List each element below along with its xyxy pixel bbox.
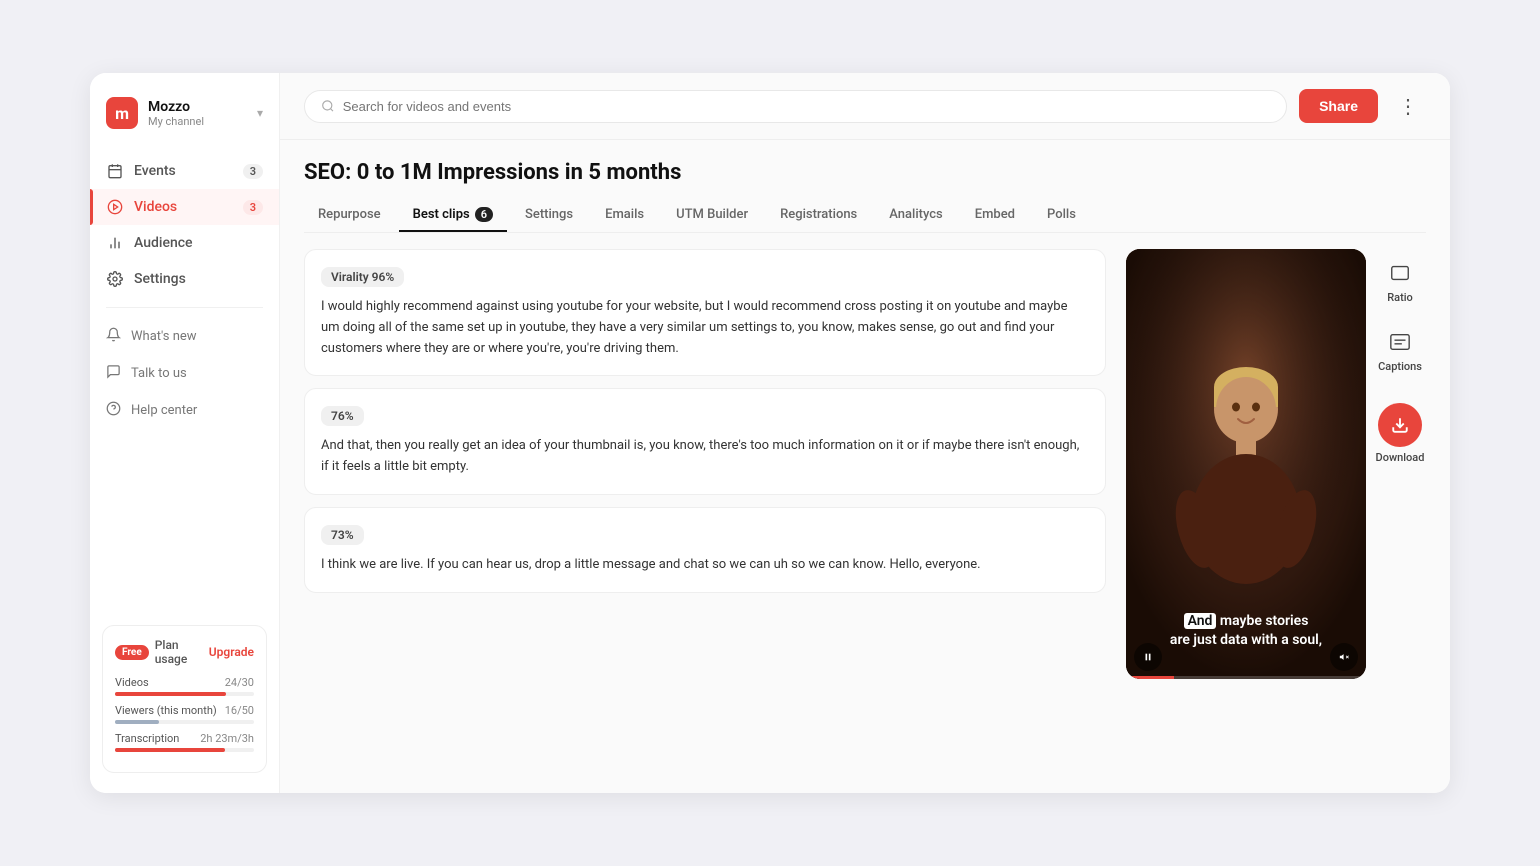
clip-card[interactable]: Virality 96% I would highly recommend ag… bbox=[304, 249, 1106, 376]
video-progress-fill bbox=[1126, 676, 1174, 679]
content-area: SEO: 0 to 1M Impressions in 5 months Rep… bbox=[280, 140, 1450, 793]
free-badge: Free bbox=[115, 645, 149, 660]
channel-name: My channel bbox=[148, 115, 247, 128]
sidebar-item-label: Events bbox=[134, 163, 176, 179]
sidebar-item-audience[interactable]: Audience bbox=[90, 225, 279, 261]
sidebar-item-talk[interactable]: Talk to us bbox=[90, 355, 279, 392]
events-icon bbox=[106, 162, 124, 180]
tab-embed[interactable]: Embed bbox=[961, 199, 1029, 232]
sidebar-item-videos[interactable]: Videos 3 bbox=[90, 189, 279, 225]
sidebar-divider bbox=[106, 307, 263, 308]
viewers-label: Viewers (this month) bbox=[115, 704, 217, 717]
mute-button[interactable] bbox=[1330, 643, 1358, 671]
tab-polls[interactable]: Polls bbox=[1033, 199, 1090, 232]
chat-icon bbox=[106, 364, 121, 383]
video-wrapper: 17s bbox=[1126, 249, 1366, 679]
sidebar-logo[interactable]: m Mozzo My channel ▾ bbox=[90, 97, 279, 153]
transcription-usage-row: Transcription 2h 23m/3h bbox=[115, 732, 254, 752]
videos-progress-bar bbox=[115, 692, 254, 696]
clip-text: And that, then you really get an idea of… bbox=[321, 436, 1089, 478]
pause-button[interactable] bbox=[1134, 643, 1162, 671]
sidebar-item-whats-new[interactable]: What's new bbox=[90, 318, 279, 355]
video-progress-bar[interactable] bbox=[1126, 676, 1366, 679]
clip-text: I think we are live. If you can hear us,… bbox=[321, 555, 1089, 576]
clip-card[interactable]: 73% I think we are live. If you can hear… bbox=[304, 507, 1106, 593]
page-title: SEO: 0 to 1M Impressions in 5 months bbox=[304, 160, 1426, 185]
search-input[interactable] bbox=[343, 99, 1270, 114]
sidebar: m Mozzo My channel ▾ Events 3 Videos bbox=[90, 73, 280, 793]
transcription-count: 2h 23m/3h bbox=[200, 732, 254, 745]
share-button[interactable]: Share bbox=[1299, 89, 1378, 123]
clip-badge: 76% bbox=[321, 406, 364, 426]
clip-badge: 73% bbox=[321, 525, 364, 545]
transcription-label: Transcription bbox=[115, 732, 179, 745]
videos-progress-fill bbox=[115, 692, 226, 696]
video-panel: 17s bbox=[1126, 249, 1426, 793]
tab-utm-builder[interactable]: UTM Builder bbox=[662, 199, 762, 232]
body-split: Virality 96% I would highly recommend ag… bbox=[304, 249, 1426, 793]
captions-label: Captions bbox=[1378, 360, 1422, 373]
ratio-icon bbox=[1386, 259, 1414, 287]
events-badge: 3 bbox=[243, 164, 263, 179]
topbar: Share ⋮ bbox=[280, 73, 1450, 140]
search-icon bbox=[321, 99, 335, 113]
sidebar-bottom-label: Talk to us bbox=[131, 366, 187, 381]
tab-emails[interactable]: Emails bbox=[591, 199, 658, 232]
tab-settings[interactable]: Settings bbox=[511, 199, 587, 232]
download-label: Download bbox=[1376, 451, 1425, 464]
plan-usage-label: Plan usage bbox=[155, 638, 203, 666]
sidebar-item-events[interactable]: Events 3 bbox=[90, 153, 279, 189]
viewers-usage-row: Viewers (this month) 16/50 bbox=[115, 704, 254, 724]
ratio-tool[interactable]: Ratio bbox=[1374, 249, 1426, 314]
viewers-progress-bar bbox=[115, 720, 254, 724]
search-box[interactable] bbox=[304, 90, 1287, 123]
sidebar-item-label: Settings bbox=[134, 271, 186, 287]
clip-text: I would highly recommend against using y… bbox=[321, 297, 1089, 359]
captions-tool[interactable]: Captions bbox=[1374, 318, 1426, 383]
captions-icon bbox=[1386, 328, 1414, 356]
transcription-progress-fill bbox=[115, 748, 225, 752]
sidebar-nav: Events 3 Videos 3 Audience bbox=[90, 153, 279, 613]
video-controls bbox=[1134, 643, 1358, 671]
videos-usage-row: Videos 24/30 bbox=[115, 676, 254, 696]
ratio-label: Ratio bbox=[1387, 291, 1413, 304]
download-button[interactable] bbox=[1378, 403, 1422, 447]
videos-count: 24/30 bbox=[225, 676, 254, 689]
sidebar-item-label: Videos bbox=[134, 199, 177, 215]
viewers-count: 16/50 bbox=[225, 704, 254, 717]
clips-list: Virality 96% I would highly recommend ag… bbox=[304, 249, 1110, 793]
tabs: Repurpose Best clips 6 Settings Emails U… bbox=[304, 199, 1426, 233]
videos-badge: 3 bbox=[243, 200, 263, 215]
videos-icon bbox=[106, 198, 124, 216]
app-name: Mozzo bbox=[148, 99, 247, 115]
settings-icon bbox=[106, 270, 124, 288]
plan-usage-box: Free Plan usage Upgrade Videos 24/30 Vie… bbox=[102, 625, 267, 773]
tab-repurpose[interactable]: Repurpose bbox=[304, 199, 395, 232]
help-icon bbox=[106, 401, 121, 420]
sidebar-item-help[interactable]: Help center bbox=[90, 392, 279, 429]
tab-registrations[interactable]: Registrations bbox=[766, 199, 871, 232]
sidebar-bottom-label: What's new bbox=[131, 329, 197, 344]
tab-best-clips[interactable]: Best clips 6 bbox=[399, 199, 507, 232]
clip-card[interactable]: 76% And that, then you really get an ide… bbox=[304, 388, 1106, 495]
transcription-progress-bar bbox=[115, 748, 254, 752]
sidebar-bottom-label: Help center bbox=[131, 403, 197, 418]
upgrade-button[interactable]: Upgrade bbox=[209, 645, 254, 659]
more-options-icon[interactable]: ⋮ bbox=[1390, 90, 1426, 122]
subtitle-highlight: And bbox=[1184, 613, 1217, 629]
videos-label: Videos bbox=[115, 676, 149, 689]
download-tool[interactable]: Download bbox=[1376, 399, 1425, 464]
sidebar-item-settings[interactable]: Settings bbox=[90, 261, 279, 297]
audience-icon bbox=[106, 234, 124, 252]
main-area: Share ⋮ SEO: 0 to 1M Impressions in 5 mo… bbox=[280, 73, 1450, 793]
chevron-down-icon: ▾ bbox=[257, 106, 263, 120]
sidebar-item-label: Audience bbox=[134, 235, 193, 251]
best-clips-count: 6 bbox=[475, 207, 493, 222]
side-tools: Ratio Captions bbox=[1374, 249, 1426, 464]
app-logo-icon: m bbox=[106, 97, 138, 129]
clip-badge: Virality 96% bbox=[321, 267, 404, 287]
bell-icon bbox=[106, 327, 121, 346]
viewers-progress-fill bbox=[115, 720, 159, 724]
tab-analytics[interactable]: Analitycs bbox=[875, 199, 956, 232]
